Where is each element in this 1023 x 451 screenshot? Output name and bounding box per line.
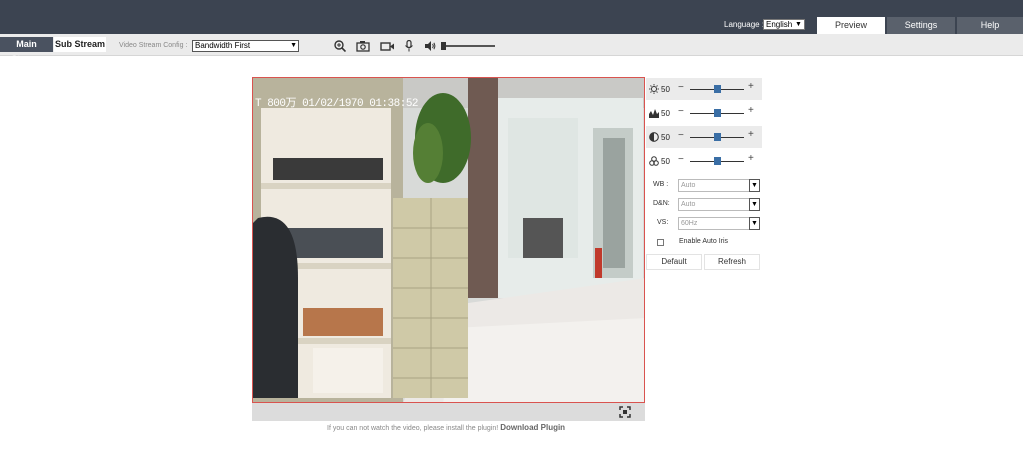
brightness-slider-handle[interactable] xyxy=(714,85,721,93)
day-night-select[interactable]: Auto ▼ xyxy=(678,198,760,211)
tab-settings[interactable]: Settings xyxy=(887,17,955,34)
saturation-value: 50 xyxy=(661,157,670,166)
record-icon[interactable] xyxy=(380,40,395,52)
video-stream-config-select[interactable]: Bandwidth First ▼ xyxy=(192,40,299,52)
video-control-bar xyxy=(252,403,645,421)
saturation-icon xyxy=(649,156,659,166)
sharpness-value: 50 xyxy=(661,109,670,118)
language-select[interactable]: English ▼ xyxy=(763,19,805,30)
auto-iris-label: Enable Auto Iris xyxy=(679,238,729,245)
day-night-label: D&N: xyxy=(653,200,670,207)
white-balance-select[interactable]: Auto ▼ xyxy=(678,179,760,192)
saturation-increase-button[interactable]: + xyxy=(748,153,754,164)
volume-slider-handle[interactable] xyxy=(441,42,446,50)
live-video-view[interactable]: T 800万 01/02/1970 01:38:52 xyxy=(252,77,645,403)
chevron-down-icon: ▼ xyxy=(749,217,760,230)
brightness-decrease-button[interactable]: − xyxy=(678,82,684,93)
white-balance-value: Auto xyxy=(681,182,696,189)
brightness-increase-button[interactable]: + xyxy=(748,81,754,92)
video-standard-select[interactable]: 60Hz ▼ xyxy=(678,217,760,230)
video-standard-value: 60Hz xyxy=(681,220,698,227)
plugin-notice: If you can not watch the video, please i… xyxy=(327,423,565,432)
top-bar: Language : English ▼ Preview Settings He… xyxy=(0,0,1023,34)
sharpness-decrease-button[interactable]: − xyxy=(678,106,684,117)
brightness-icon xyxy=(649,84,659,94)
camera-image xyxy=(253,78,644,402)
contrast-increase-button[interactable]: + xyxy=(748,129,754,140)
auto-iris-checkbox[interactable] xyxy=(657,239,664,246)
day-night-value: Auto xyxy=(681,201,696,208)
tab-preview[interactable]: Preview xyxy=(817,17,885,34)
saturation-row: 50 − + xyxy=(646,150,762,172)
language-value: English xyxy=(766,20,793,29)
brightness-value: 50 xyxy=(661,85,670,94)
chevron-down-icon: ▼ xyxy=(795,21,802,28)
snapshot-icon[interactable] xyxy=(356,40,370,52)
chevron-down-icon: ▼ xyxy=(290,42,297,49)
sharpness-row: 50 − + xyxy=(646,102,762,124)
contrast-row: 50 − + xyxy=(646,126,762,148)
contrast-value: 50 xyxy=(661,133,670,142)
day-night-row: D&N: Auto ▼ xyxy=(646,197,762,211)
plugin-notice-text: If you can not watch the video, please i… xyxy=(327,425,499,432)
volume-slider-track[interactable] xyxy=(441,45,495,47)
fullscreen-icon[interactable] xyxy=(619,406,631,418)
download-plugin-link[interactable]: Download Plugin xyxy=(500,423,565,432)
video-stream-config-value: Bandwidth First xyxy=(195,41,251,50)
sharpness-icon xyxy=(649,109,659,118)
video-stream-config-label: Video Stream Config : xyxy=(119,42,188,49)
stream-toolbar: Main Stream Sub Stream Video Stream Conf… xyxy=(0,34,1023,64)
saturation-decrease-button[interactable]: − xyxy=(678,154,684,165)
microphone-icon[interactable] xyxy=(404,40,414,52)
sharpness-slider-handle[interactable] xyxy=(714,109,721,117)
main-stream-button[interactable]: Main Stream xyxy=(0,37,53,64)
refresh-button[interactable]: Refresh xyxy=(704,254,760,270)
chevron-down-icon: ▼ xyxy=(749,179,760,192)
contrast-slider-handle[interactable] xyxy=(714,133,721,141)
zoom-icon[interactable] xyxy=(334,40,346,52)
saturation-slider-handle[interactable] xyxy=(714,157,721,165)
default-button[interactable]: Default xyxy=(646,254,702,270)
sub-stream-button[interactable]: Sub Stream xyxy=(54,37,106,52)
language-label: Language : xyxy=(724,20,765,29)
contrast-decrease-button[interactable]: − xyxy=(678,130,684,141)
video-osd-timestamp: T 800万 01/02/1970 01:38:52 xyxy=(255,98,419,110)
chevron-down-icon: ▼ xyxy=(749,198,760,211)
video-standard-row: VS: 60Hz ▼ xyxy=(646,216,762,230)
white-balance-row: WB : Auto ▼ xyxy=(646,178,762,192)
speaker-icon[interactable] xyxy=(424,40,436,52)
contrast-icon xyxy=(649,132,659,142)
image-settings-panel: 50 − + 50 − + 50 − + 50 − + WB: Auto ▼ … xyxy=(646,77,762,271)
video-standard-label: VS: xyxy=(657,219,669,226)
brightness-row: 50 − + xyxy=(646,78,762,100)
white-balance-label: WB : xyxy=(653,181,669,188)
auto-iris-row: Enable Auto Iris xyxy=(646,236,762,250)
tab-help[interactable]: Help xyxy=(957,17,1023,34)
sharpness-increase-button[interactable]: + xyxy=(748,105,754,116)
